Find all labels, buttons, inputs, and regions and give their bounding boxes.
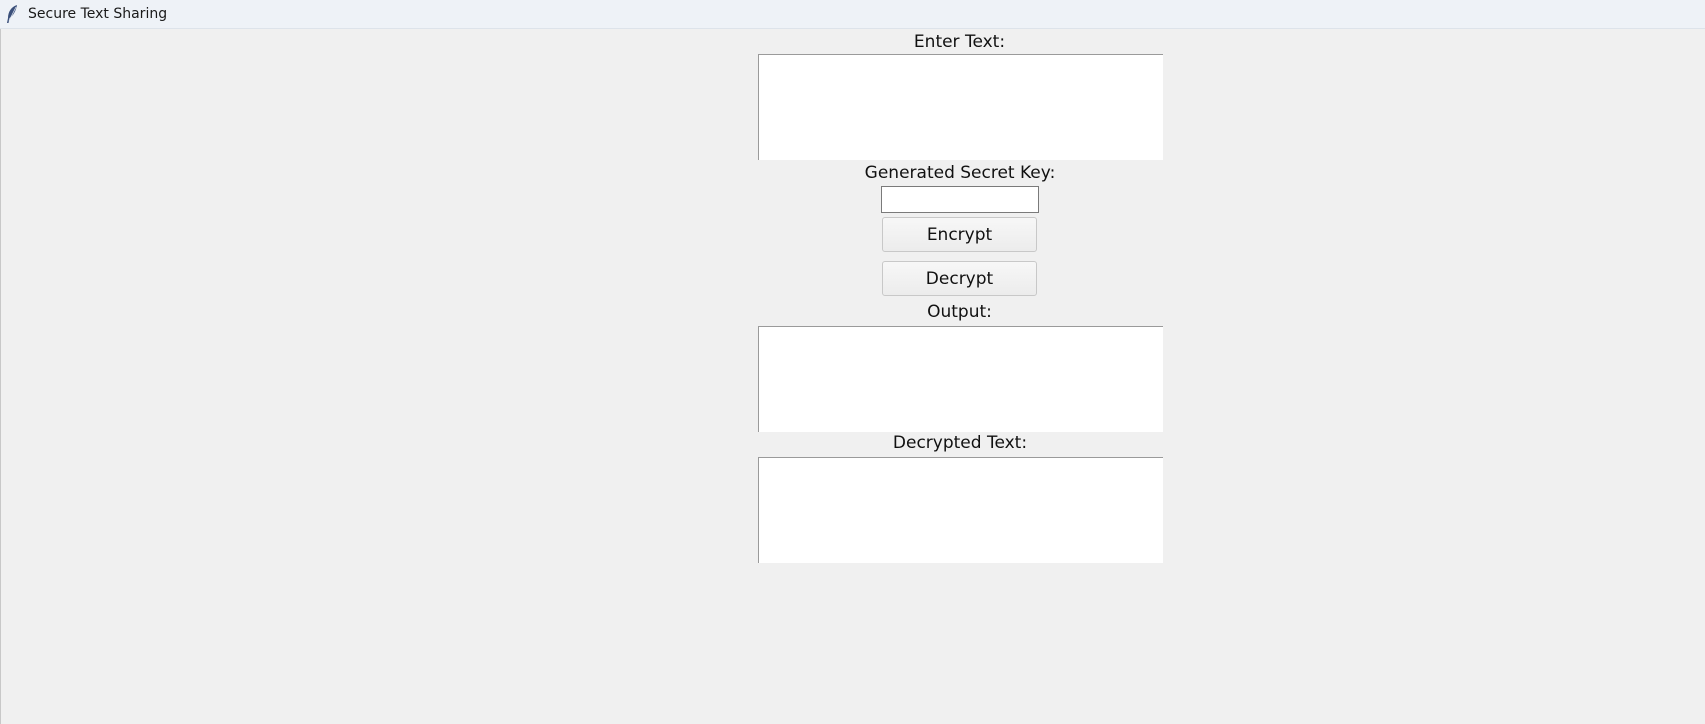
output-label: Output: <box>902 302 1017 322</box>
decrypted-text-label: Decrypted Text: <box>880 433 1040 453</box>
secret-key-field[interactable] <box>881 186 1039 213</box>
secret-key-label: Generated Secret Key: <box>860 163 1060 183</box>
decrypt-button[interactable]: Decrypt <box>882 261 1037 296</box>
title-bar: Secure Text Sharing <box>0 0 1705 29</box>
decrypted-text-field[interactable] <box>758 457 1163 563</box>
output-field[interactable] <box>758 326 1163 432</box>
encrypt-button[interactable]: Encrypt <box>882 217 1037 252</box>
window-border <box>0 29 1 724</box>
enter-text-label: Enter Text: <box>902 32 1017 52</box>
window-title: Secure Text Sharing <box>28 6 168 22</box>
app-window: Secure Text Sharing Enter Text: Generate… <box>0 0 1705 724</box>
feather-icon <box>5 4 19 24</box>
enter-text-field[interactable] <box>758 54 1163 160</box>
